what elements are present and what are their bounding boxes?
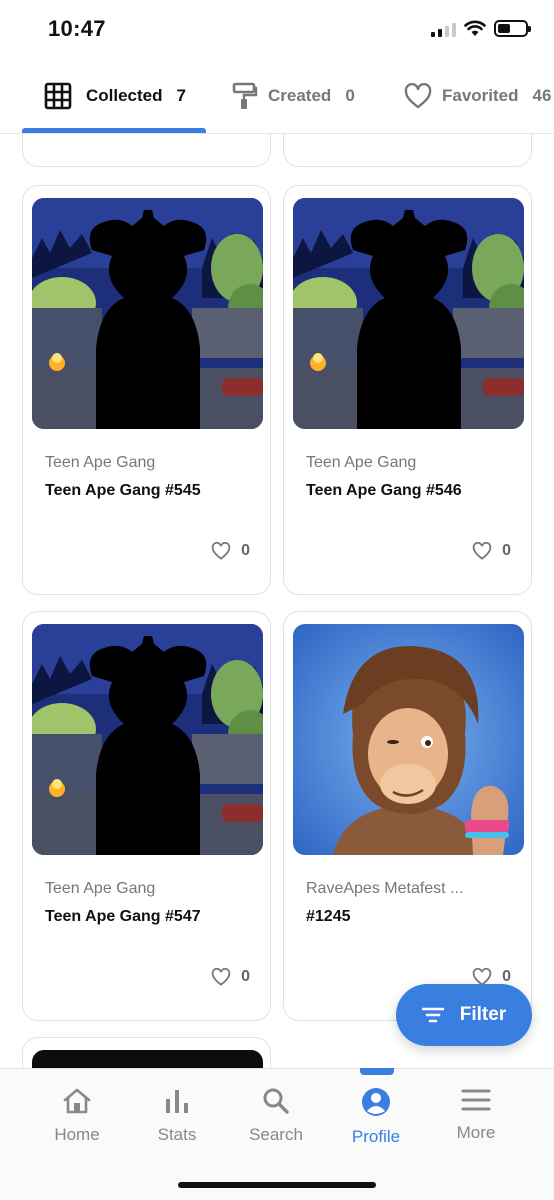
tab-collected-label: Collected (86, 86, 163, 105)
like-button[interactable]: 0 (211, 542, 250, 560)
nft-image (32, 624, 263, 855)
tab-collected-count: 7 (176, 86, 186, 105)
nav-search[interactable]: Search (226, 1087, 326, 1145)
status-time: 10:47 (48, 16, 106, 41)
nav-stats[interactable]: Stats (127, 1087, 227, 1145)
nft-card[interactable]: Teen Ape Gang Teen Ape Gang #547 0 (22, 611, 271, 1021)
grid-icon (44, 82, 72, 110)
heart-icon (211, 542, 231, 560)
status-bar: 10:47 (0, 0, 554, 62)
like-button[interactable]: 0 (472, 542, 511, 560)
tab-created-label: Created (268, 86, 332, 105)
nav-profile[interactable]: Profile (326, 1087, 426, 1147)
nav-home-label: Home (54, 1125, 100, 1144)
nft-grid: Teen Ape Gang Teen Ape Gang #545 0 Teen … (0, 134, 554, 1068)
nav-profile-label: Profile (351, 1127, 401, 1146)
menu-icon (461, 1089, 491, 1111)
paint-roller-icon (232, 82, 258, 109)
like-button[interactable]: 0 (211, 968, 250, 986)
tab-favorited-count: 46 (532, 86, 552, 105)
tab-favorited[interactable]: Favorited 46 (404, 80, 551, 112)
nft-card-partial[interactable] (22, 1037, 271, 1068)
active-tab-indicator (22, 128, 206, 133)
home-icon (63, 1088, 91, 1114)
wifi-icon (464, 20, 486, 36)
tab-created-count: 0 (345, 86, 355, 105)
nav-more-label: More (456, 1123, 496, 1142)
tab-favorited-label: Favorited (442, 86, 519, 105)
nav-home[interactable]: Home (27, 1087, 127, 1145)
nft-card[interactable]: Teen Ape Gang Teen Ape Gang #545 0 (22, 185, 271, 595)
nft-card[interactable]: RaveApes Metafest ... #1245 0 (283, 611, 532, 1021)
like-count: 0 (241, 542, 250, 559)
filter-lines-icon (421, 1007, 444, 1023)
filter-button[interactable]: Filter (396, 984, 532, 1046)
nft-collection-name: RaveApes Metafest ... (306, 880, 464, 897)
filter-button-label: Filter (459, 1004, 507, 1025)
search-icon (263, 1088, 289, 1114)
profile-tabs: Collected 7 Created 0 Favorited 46 (0, 62, 554, 134)
like-count: 0 (241, 968, 250, 985)
tab-collected[interactable]: Collected 7 (44, 80, 186, 112)
heart-icon (472, 542, 492, 560)
nft-collection-name: Teen Ape Gang (45, 454, 156, 471)
tab-created[interactable]: Created 0 (232, 80, 355, 112)
nav-more[interactable]: More (426, 1087, 526, 1143)
nft-card-partial[interactable] (283, 134, 532, 167)
nft-image (32, 198, 263, 429)
nft-collection-name: Teen Ape Gang (306, 454, 417, 471)
nav-stats-label: Stats (157, 1125, 197, 1144)
nav-search-label: Search (249, 1125, 303, 1144)
nft-image (32, 1050, 263, 1068)
status-icons (431, 20, 531, 37)
nft-card-partial[interactable] (22, 134, 271, 167)
profile-icon (362, 1088, 390, 1116)
nft-name: #1245 (306, 908, 351, 925)
bar-chart-icon (166, 1090, 188, 1113)
nft-collection-name: Teen Ape Gang (45, 880, 156, 897)
heart-icon (211, 968, 231, 986)
nft-image (293, 198, 524, 429)
active-nav-indicator (360, 1068, 394, 1075)
cellular-signal-icon (431, 21, 456, 37)
home-indicator[interactable] (178, 1182, 376, 1188)
nft-image (293, 624, 524, 855)
nft-name: Teen Ape Gang #545 (45, 482, 201, 499)
nft-name: Teen Ape Gang #546 (306, 482, 462, 499)
bottom-nav: Home Stats Search Profile More (0, 1068, 554, 1200)
battery-icon (494, 20, 531, 37)
like-count: 0 (502, 542, 511, 559)
nft-card[interactable]: Teen Ape Gang Teen Ape Gang #546 0 (283, 185, 532, 595)
heart-icon (404, 83, 432, 109)
nft-name: Teen Ape Gang #547 (45, 908, 201, 925)
